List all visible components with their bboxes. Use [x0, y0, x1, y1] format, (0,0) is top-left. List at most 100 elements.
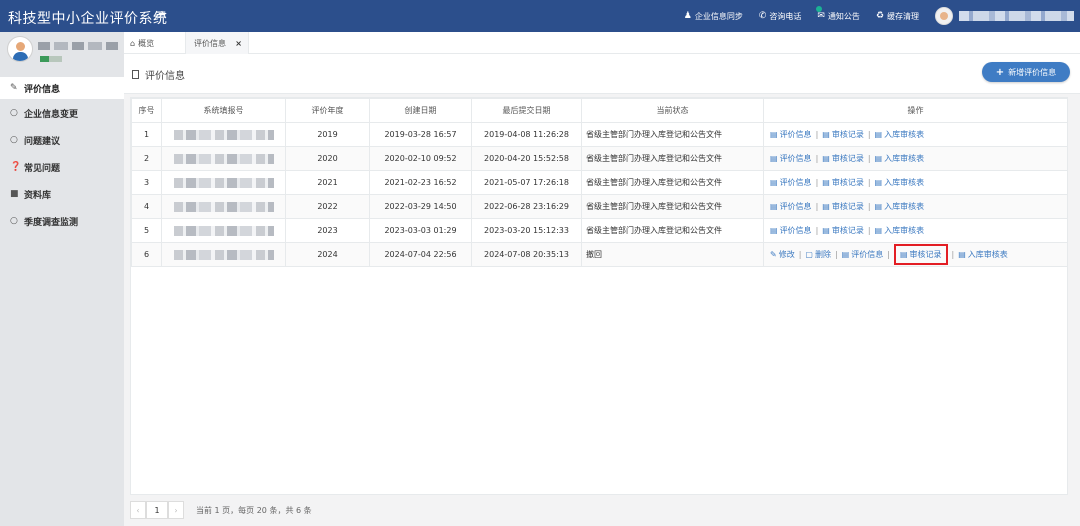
audit-record-link[interactable]: ▤ 审核记录 [822, 154, 864, 163]
tab-home[interactable]: ⌂ 概览 [130, 32, 154, 54]
separator: | [815, 178, 819, 187]
folder-icon: ■ [10, 189, 19, 199]
row-created: 2020-02-10 09:52 [369, 146, 472, 171]
sidebar-item-company-change[interactable]: ○ 企业信息变更 [0, 102, 124, 124]
hamburger-icon[interactable]: ≡ [155, 7, 167, 23]
sync-company-info-label: 企业信息同步 [694, 11, 743, 21]
edit-link[interactable]: ✎ 修改 [770, 250, 795, 259]
eval-info-label: 评价信息 [779, 130, 812, 139]
separator: | [867, 130, 871, 139]
col-header-report-no: 系统填报号 [161, 98, 286, 123]
trash-icon: ▢ [805, 250, 813, 259]
audit-record-link[interactable]: ▤ 审核记录 [822, 226, 864, 235]
eval-info-link[interactable]: ▤ 评价信息 [842, 250, 884, 259]
storage-review-link[interactable]: ▤ 入库审核表 [875, 154, 925, 163]
sidebar-item-faq[interactable]: ❓ 常见问题 [0, 156, 124, 178]
separator: | [815, 154, 819, 163]
separator: | [815, 226, 819, 235]
separator: | [815, 202, 819, 211]
pencil-icon: ✎ [770, 250, 777, 259]
audit-record-link-highlighted[interactable]: ▤ 审核记录 [893, 244, 948, 265]
document-icon: ▤ [874, 130, 883, 139]
table-row: 2 2020 2020-02-10 09:52 2020-04-20 15:52… [131, 146, 1068, 171]
sync-company-info-link[interactable]: ♟ 企业信息同步 [684, 11, 743, 22]
row-status: 撤回 [581, 242, 764, 267]
row-actions: ▤ 评价信息 | ▤ 审核记录 | ▤ 入库审核表 [763, 218, 1068, 243]
storage-review-label: 入库审核表 [884, 154, 925, 163]
edit-icon: ✎ [10, 83, 18, 93]
row-created: 2023-03-03 01:29 [369, 218, 472, 243]
circle-icon: ○ [10, 216, 18, 226]
row-status: 省级主管部门办理入库登记和公告文件 [581, 170, 764, 195]
audit-record-link[interactable]: ▤ 审核记录 [822, 178, 864, 187]
row-index: 5 [131, 218, 162, 243]
report-no-blurred [161, 170, 286, 195]
separator: | [867, 202, 871, 211]
row-year: 2019 [285, 122, 370, 147]
document-icon: ▤ [874, 154, 883, 163]
storage-review-link[interactable]: ▤ 入库审核表 [875, 226, 925, 235]
report-no-blurred [161, 218, 286, 243]
report-no-blurred [161, 194, 286, 219]
phone-icon: ✆ [758, 11, 767, 21]
user-avatar[interactable] [935, 7, 953, 25]
storage-review-link[interactable]: ▤ 入库审核表 [875, 178, 925, 187]
add-evaluation-label: 新增评价信息 [1008, 67, 1057, 77]
sidebar-avatar[interactable] [7, 36, 33, 62]
col-header-actions: 操作 [763, 98, 1068, 123]
sidebar-item-suggestions[interactable]: ○ 问题建议 [0, 129, 124, 151]
tab-evaluation[interactable]: 评价信息 × [185, 32, 249, 54]
recycle-icon: ♻ [875, 11, 884, 21]
storage-review-link[interactable]: ▤ 入库审核表 [875, 202, 925, 211]
top-actions: ♟ 企业信息同步 ✆ 咨询电话 ✉ 通知公告 ♻ 缓存清理 [668, 0, 1074, 32]
audit-record-link[interactable]: ▤ 审核记录 [822, 130, 864, 139]
sidebar-item-label: 资料库 [24, 190, 52, 201]
col-header-index: 序号 [131, 98, 162, 123]
document-icon: ▤ [874, 226, 883, 235]
consult-phone-label: 咨询电话 [769, 11, 802, 21]
pagination-info: 当前 1 页，每页 20 条，共 6 条 [196, 505, 312, 515]
prev-page-button[interactable]: ‹ [130, 501, 146, 519]
edit-label: 修改 [778, 250, 795, 259]
page-number-button[interactable]: 1 [146, 501, 168, 519]
document-icon: ▤ [770, 178, 778, 187]
clear-cache-link[interactable]: ♻ 缓存清理 [876, 11, 919, 22]
row-index: 3 [131, 170, 162, 195]
next-page-button[interactable]: › [168, 501, 184, 519]
row-year: 2020 [285, 146, 370, 171]
row-submitted: 2021-05-07 17:26:18 [471, 170, 582, 195]
consult-phone-link[interactable]: ✆ 咨询电话 [759, 11, 802, 22]
eval-info-link[interactable]: ▤ 评价信息 [770, 202, 812, 211]
document-icon: ▤ [770, 226, 778, 235]
close-icon[interactable]: × [235, 39, 242, 48]
eval-info-link[interactable]: ▤ 评价信息 [770, 130, 812, 139]
document-icon: ▤ [874, 202, 883, 211]
page-title-text: 评价信息 [145, 71, 185, 82]
eval-info-label: 评价信息 [851, 250, 884, 259]
sidebar-item-quarterly-survey[interactable]: ○ 季度调查监测 [0, 210, 124, 232]
pagination: ‹ 1 › 当前 1 页，每页 20 条，共 6 条 [130, 500, 312, 520]
add-evaluation-button[interactable]: + 新增评价信息 [982, 62, 1070, 82]
eval-info-link[interactable]: ▤ 评价信息 [770, 226, 812, 235]
user-name-blurred[interactable] [959, 11, 1074, 21]
report-no-blurred [161, 146, 286, 171]
col-header-status: 当前状态 [581, 98, 764, 123]
evaluation-table: 序号 系统填报号 评价年度 创建日期 最后提交日期 当前状态 操作 1 2019… [131, 98, 1068, 267]
audit-record-label: 审核记录 [831, 154, 864, 163]
audit-record-link[interactable]: ▤ 审核记录 [822, 202, 864, 211]
storage-review-link[interactable]: ▤ 入库审核表 [875, 130, 925, 139]
storage-review-link[interactable]: ▤ 入库审核表 [958, 250, 1008, 259]
notice-link[interactable]: ✉ 通知公告 [816, 5, 860, 22]
notification-dot [816, 5, 823, 12]
row-index: 4 [131, 194, 162, 219]
sidebar-item-label: 常见问题 [24, 163, 61, 174]
eval-info-link[interactable]: ▤ 评价信息 [770, 178, 812, 187]
table-header-row: 序号 系统填报号 评价年度 创建日期 最后提交日期 当前状态 操作 [131, 98, 1068, 123]
sidebar-item-library[interactable]: ■ 资料库 [0, 183, 124, 205]
row-status: 省级主管部门办理入库登记和公告文件 [581, 194, 764, 219]
eval-info-link[interactable]: ▤ 评价信息 [770, 154, 812, 163]
eval-info-label: 评价信息 [779, 202, 812, 211]
separator: | [951, 250, 955, 259]
delete-link[interactable]: ▢ 删除 [805, 250, 831, 259]
sidebar-item-evaluation[interactable]: ✎ 评价信息 [0, 77, 124, 99]
